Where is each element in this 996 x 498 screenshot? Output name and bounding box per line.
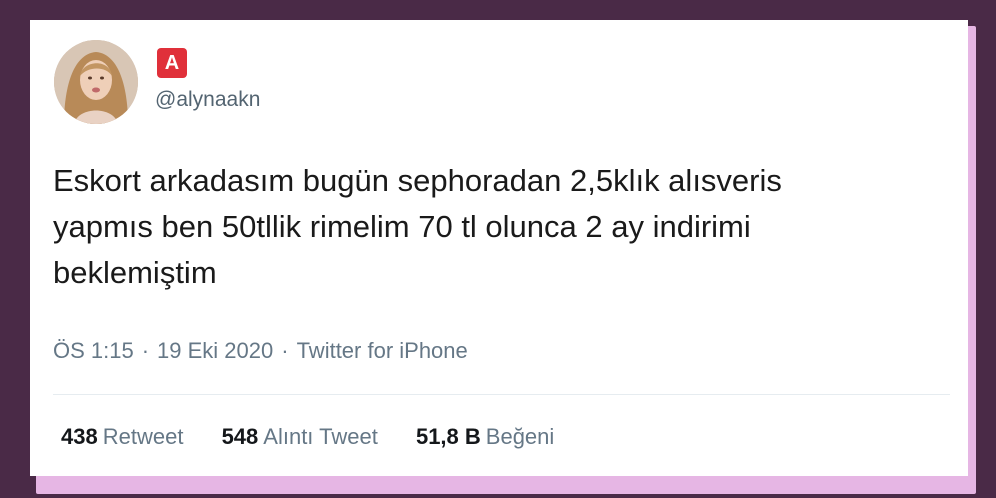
avatar-image [54,40,138,124]
tweet-text: Eskort arkadasım bugün sephoradan 2,5klı… [53,163,782,290]
tweet-source[interactable]: Twitter for iPhone [297,338,468,363]
tweet-date[interactable]: 19 Eki 2020 [157,338,273,363]
avatar[interactable] [54,40,138,124]
tweet-card: A @alynaakn Eskort arkadasım bugün sepho… [30,20,968,476]
retweet-count: 438 [61,424,98,449]
like-stat[interactable]: 51,8 B Beğeni [416,424,554,450]
tweet-stats: 438 Retweet 548 Alıntı Tweet 51,8 B Beğeni [61,424,586,450]
quote-count: 548 [221,424,259,449]
user-badge-icon: A [157,48,187,78]
meta-separator: · [141,338,150,363]
retweet-label: Retweet [102,424,184,449]
like-label: Beğeni [485,424,555,449]
tweet-meta: ÖS 1:15 · 19 Eki 2020 · Twitter for iPhone [53,338,468,364]
retweet-stat[interactable]: 438 Retweet [61,424,183,450]
quote-stat[interactable]: 548 Alıntı Tweet [222,424,378,450]
divider [53,394,950,395]
meta-separator: · [281,338,289,363]
user-handle[interactable]: @alynaakn [155,88,260,112]
quote-label: Alıntı Tweet [263,424,378,449]
tweet-time[interactable]: ÖS 1:15 [53,338,134,363]
like-count: 51,8 B [415,424,481,449]
